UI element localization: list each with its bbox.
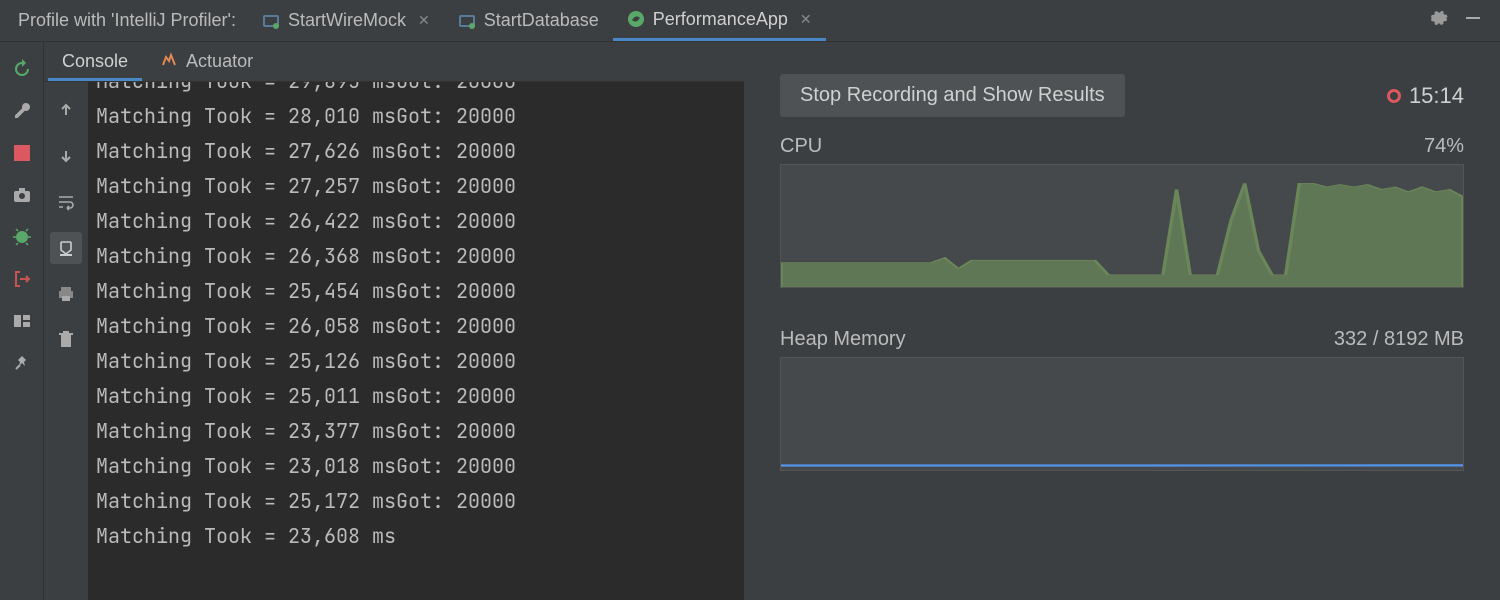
minimize-icon[interactable] [1464, 9, 1482, 32]
tab-label: Actuator [186, 51, 253, 72]
top-bar: Profile with 'IntelliJ Profiler': StartW… [0, 0, 1500, 42]
close-icon[interactable]: ✕ [800, 11, 812, 28]
layout-icon[interactable] [11, 310, 33, 332]
record-icon [1387, 89, 1401, 103]
console-line: Matching Took = 23,018 msGot: 20000 [96, 449, 736, 484]
run-tab-startwiremock[interactable]: StartWireMock ✕ [248, 2, 444, 39]
console-line: Matching Took = 28,010 msGot: 20000 [96, 99, 736, 134]
stop-icon[interactable] [11, 142, 33, 164]
console-line: Matching Took = 25,126 msGot: 20000 [96, 344, 736, 379]
cpu-value: 74% [1424, 135, 1464, 158]
console-line: Matching Took = 25,172 msGot: 20000 [96, 484, 736, 519]
cpu-chart[interactable] [780, 164, 1464, 288]
console-line: Matching Took = 26,368 msGot: 20000 [96, 239, 736, 274]
pin-icon[interactable] [11, 352, 33, 374]
elapsed-time: 15:14 [1409, 83, 1464, 109]
trash-icon[interactable] [50, 324, 82, 356]
console-line: Matching Took = 29,895 msGot: 20000 [96, 82, 736, 99]
run-tab-label: StartDatabase [484, 10, 599, 31]
java-app-icon [458, 12, 476, 30]
left-tool-gutter [0, 42, 44, 600]
console-line: Matching Took = 25,454 msGot: 20000 [96, 274, 736, 309]
soft-wrap-icon[interactable] [50, 186, 82, 218]
tab-console[interactable]: Console [58, 43, 132, 80]
spring-app-icon [627, 10, 645, 28]
print-icon[interactable] [50, 278, 82, 310]
run-tab-label: PerformanceApp [653, 9, 788, 30]
tab-label: Console [62, 51, 128, 72]
scroll-down-icon[interactable] [50, 140, 82, 172]
console-line: Matching Took = 25,011 msGot: 20000 [96, 379, 736, 414]
exit-icon[interactable] [11, 268, 33, 290]
cpu-label: CPU [780, 135, 822, 158]
console-line: Matching Took = 26,058 msGot: 20000 [96, 309, 736, 344]
console-line: Matching Took = 23,608 ms [96, 519, 736, 554]
java-app-icon [262, 12, 280, 30]
stop-recording-button[interactable]: Stop Recording and Show Results [780, 74, 1125, 117]
bug-profile-icon[interactable] [11, 226, 33, 248]
console-output[interactable]: Matching Took = 29,895 msGot: 20000Match… [88, 82, 744, 600]
recording-elapsed: 15:14 [1387, 83, 1464, 109]
wrench-icon[interactable] [11, 100, 33, 122]
rerun-icon[interactable] [11, 58, 33, 80]
gear-icon[interactable] [1428, 8, 1448, 33]
console-line: Matching Took = 27,257 msGot: 20000 [96, 169, 736, 204]
heap-chart[interactable] [780, 357, 1464, 471]
actuator-icon [160, 50, 178, 73]
heap-label: Heap Memory [780, 328, 906, 351]
console-line: Matching Took = 23,377 msGot: 20000 [96, 414, 736, 449]
profile-with-label: Profile with 'IntelliJ Profiler': [6, 10, 248, 31]
scroll-to-end-icon[interactable] [50, 232, 82, 264]
scroll-up-icon[interactable] [50, 94, 82, 126]
console-line: Matching Took = 27,626 msGot: 20000 [96, 134, 736, 169]
console-line: Matching Took = 26,422 msGot: 20000 [96, 204, 736, 239]
run-tab-label: StartWireMock [288, 10, 406, 31]
sub-tabs: Console Actuator [44, 42, 744, 82]
console-toolbar [44, 82, 88, 600]
tab-actuator[interactable]: Actuator [156, 42, 257, 81]
run-tab-performanceapp[interactable]: PerformanceApp ✕ [613, 1, 826, 41]
close-icon[interactable]: ✕ [418, 12, 430, 29]
heap-value: 332 / 8192 MB [1334, 328, 1464, 351]
camera-icon[interactable] [11, 184, 33, 206]
profiler-panel: Stop Recording and Show Results 15:14 CP… [744, 42, 1500, 600]
run-tab-startdatabase[interactable]: StartDatabase [444, 2, 613, 39]
